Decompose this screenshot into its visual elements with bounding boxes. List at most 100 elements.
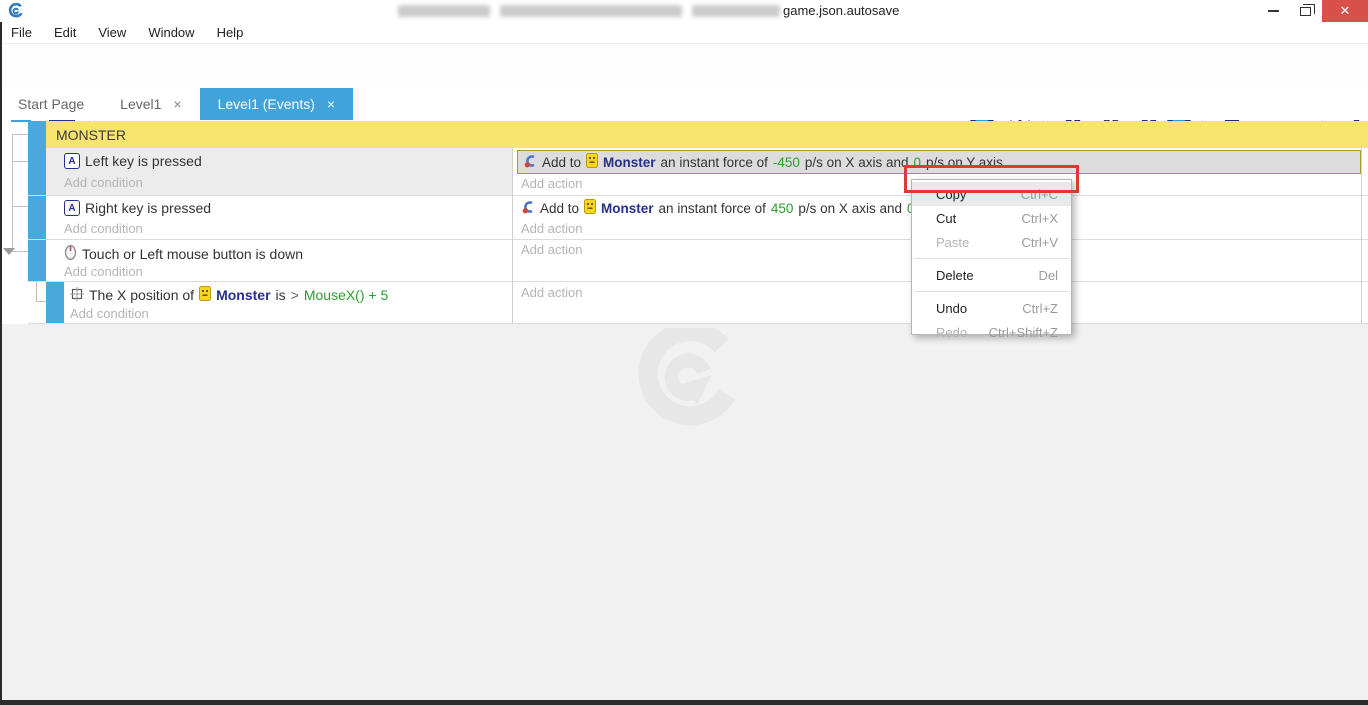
- tree-line: [12, 134, 28, 135]
- condition-right-key[interactable]: A Right key is pressed: [64, 200, 211, 216]
- tab-close-icon[interactable]: ×: [173, 96, 181, 112]
- add-action-link[interactable]: Add action: [521, 285, 582, 300]
- menu-item-shortcut: Del: [1038, 268, 1058, 283]
- action-value: 0: [913, 155, 921, 170]
- tree-line: [36, 301, 46, 302]
- tree-line: [12, 206, 28, 207]
- add-action-link[interactable]: Add action: [521, 242, 582, 257]
- event-handle[interactable]: [28, 240, 46, 281]
- toolbar: [0, 44, 1368, 88]
- object-name: Monster: [601, 201, 654, 216]
- condition-left-key[interactable]: A Left key is pressed: [64, 153, 202, 169]
- context-menu-delete[interactable]: Delete Del: [912, 263, 1071, 287]
- tab-label: Start Page: [18, 96, 84, 112]
- menu-file[interactable]: File: [0, 22, 43, 43]
- tab-close-icon[interactable]: ×: [327, 96, 335, 112]
- title-bar: game.json.autosave ✕: [0, 0, 1368, 22]
- menu-view[interactable]: View: [87, 22, 137, 43]
- menu-bar: File Edit View Window Help: [0, 22, 1368, 44]
- condition-expression: MouseX() + 5: [304, 287, 388, 303]
- tree-line: [36, 282, 37, 302]
- condition-text: The X position of: [89, 287, 194, 303]
- subevent-handle[interactable]: [46, 282, 64, 323]
- redacted-title-segment: [398, 5, 490, 17]
- menu-separator: [914, 258, 1069, 259]
- menu-item-label: Redo: [936, 325, 967, 340]
- action-value: 450: [771, 201, 794, 216]
- monster-object-icon: [586, 153, 598, 171]
- menu-item-shortcut: Ctrl+C: [1021, 187, 1058, 202]
- restore-icon: [1300, 7, 1311, 16]
- add-action-link[interactable]: Add action: [521, 176, 582, 191]
- menu-item-shortcut: Ctrl+Shift+Z: [989, 325, 1058, 340]
- tab-label: Level1: [120, 96, 161, 112]
- window-left-border: [0, 22, 2, 705]
- monster-object-icon: [584, 199, 596, 217]
- condition-touch-mouse[interactable]: Touch or Left mouse button is down: [64, 244, 303, 263]
- condition-text: Right key is pressed: [85, 200, 211, 216]
- add-condition-link[interactable]: Add condition: [64, 175, 143, 190]
- context-menu-redo[interactable]: Redo Ctrl+Shift+Z: [912, 320, 1071, 344]
- context-menu-paste[interactable]: Paste Ctrl+V: [912, 230, 1071, 254]
- menu-separator: [914, 291, 1069, 292]
- row-divider: [28, 323, 1368, 324]
- condition-text: Left key is pressed: [85, 153, 202, 169]
- gdevelop-window: game.json.autosave ✕ File Edit View Wind…: [0, 0, 1368, 705]
- add-action-link[interactable]: Add action: [521, 221, 582, 236]
- event1-condition-cell: A Left key is pressed Add condition: [46, 148, 512, 195]
- gdevelop-logo-icon: [8, 3, 24, 24]
- context-menu-cut[interactable]: Cut Ctrl+X: [912, 206, 1071, 230]
- tab-level1[interactable]: Level1 ×: [102, 88, 199, 120]
- event-handle[interactable]: [28, 121, 46, 148]
- redacted-title-segment: [692, 5, 780, 17]
- menu-item-label: Undo: [936, 301, 967, 316]
- action-add-force-selected[interactable]: Add to Monster an instant force of -450 …: [517, 150, 1361, 174]
- add-condition-link[interactable]: Add condition: [64, 264, 143, 279]
- force-icon: [521, 200, 535, 217]
- tab-bar: Start Page Level1 × Level1 (Events) ×: [0, 88, 1368, 120]
- keyboard-key-icon: A: [64, 153, 80, 169]
- collapse-arrow-icon[interactable]: [3, 248, 15, 255]
- context-menu-undo[interactable]: Undo Ctrl+Z: [912, 296, 1071, 320]
- close-icon: ✕: [1340, 3, 1351, 19]
- menu-item-label: Cut: [936, 211, 956, 226]
- object-name: Monster: [603, 155, 656, 170]
- add-condition-link[interactable]: Add condition: [64, 221, 143, 236]
- action-value: -450: [773, 155, 800, 170]
- row-divider: [28, 281, 1368, 282]
- object-name: Monster: [216, 287, 270, 303]
- restore-button[interactable]: [1290, 1, 1320, 21]
- action-text: an instant force of: [661, 155, 768, 170]
- add-condition-link[interactable]: Add condition: [70, 306, 149, 321]
- comment-row[interactable]: MONSTER: [46, 121, 1368, 148]
- position-icon: [70, 287, 84, 304]
- event-handle[interactable]: [28, 196, 46, 239]
- row-divider: [28, 195, 1368, 196]
- context-menu-copy[interactable]: Copy Ctrl+C: [912, 182, 1071, 206]
- action-text: Add to: [540, 201, 579, 216]
- event-handle[interactable]: [28, 148, 46, 195]
- tree-line: [12, 134, 13, 250]
- tree-line: [12, 161, 28, 162]
- condition-operator: >: [291, 287, 299, 303]
- menu-window[interactable]: Window: [137, 22, 205, 43]
- action-text: p/s on X axis and: [805, 155, 909, 170]
- minimize-icon: [1268, 10, 1279, 12]
- mouse-icon: [64, 244, 77, 263]
- comment-text: MONSTER: [56, 127, 126, 143]
- menu-help[interactable]: Help: [206, 22, 255, 43]
- tab-level1-events[interactable]: Level1 (Events) ×: [200, 88, 353, 120]
- tab-label: Level1 (Events): [218, 96, 315, 112]
- row-divider: [28, 239, 1368, 240]
- condition-x-position[interactable]: The X position of Monster is > MouseX() …: [70, 286, 388, 304]
- menu-item-label: Delete: [936, 268, 974, 283]
- minimize-button[interactable]: [1258, 1, 1288, 21]
- condition-text: Touch or Left mouse button is down: [82, 246, 303, 262]
- menu-edit[interactable]: Edit: [43, 22, 87, 43]
- tab-start-page[interactable]: Start Page: [0, 88, 102, 120]
- action-text: p/s on X axis and: [798, 201, 902, 216]
- gdevelop-logo-watermark: [622, 328, 750, 435]
- close-button[interactable]: ✕: [1322, 0, 1368, 22]
- sheet-right-edge: [1361, 148, 1362, 323]
- condition-text: is: [276, 287, 286, 303]
